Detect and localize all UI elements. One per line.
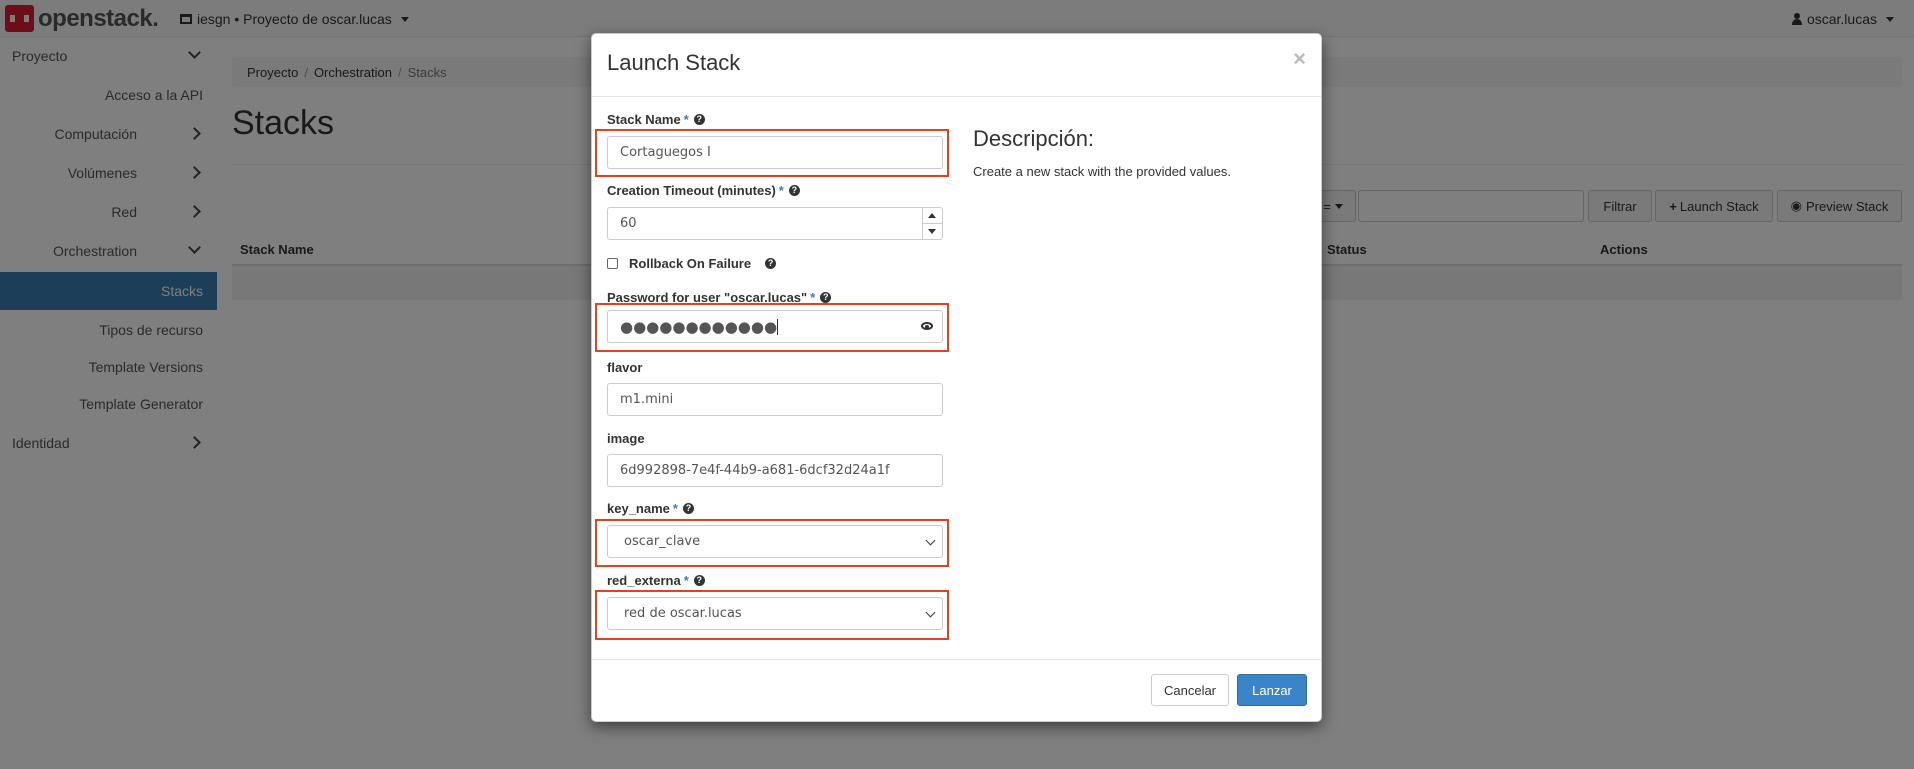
- modal-header: Launch Stack ×: [592, 34, 1321, 97]
- help-icon[interactable]: ?: [765, 258, 777, 269]
- launch-stack-modal: Launch Stack × Stack Name * ? Cortaguego…: [591, 33, 1322, 722]
- help-icon[interactable]: ?: [693, 114, 705, 125]
- modal-title: Launch Stack: [607, 50, 741, 75]
- key-name-select[interactable]: oscar_clave: [607, 525, 943, 558]
- timeout-value: 60: [620, 216, 637, 231]
- password-input[interactable]: ●●●●●●●●●●●●: [607, 310, 943, 343]
- image-label: image: [607, 431, 645, 446]
- close-icon[interactable]: ×: [1293, 46, 1306, 72]
- required-mark: *: [778, 183, 784, 198]
- timeout-label: Creation Timeout (minutes) * ?: [607, 183, 800, 198]
- required-mark: *: [672, 501, 678, 516]
- stack-name-label: Stack Name * ?: [607, 112, 705, 127]
- timeout-input[interactable]: 60: [607, 207, 943, 240]
- help-icon[interactable]: ?: [693, 575, 705, 586]
- field-label-text: Creation Timeout (minutes): [607, 183, 776, 198]
- rollback-label: Rollback On Failure ?: [629, 256, 777, 271]
- field-label-text: flavor: [607, 360, 643, 375]
- field-label-text: image: [607, 431, 645, 446]
- password-value: ●●●●●●●●●●●●: [620, 317, 778, 336]
- field-label-text: Stack Name: [607, 112, 681, 127]
- cancel-button[interactable]: Cancelar: [1151, 674, 1229, 706]
- launch-button[interactable]: Lanzar: [1237, 674, 1307, 706]
- key-name-value: oscar_clave: [624, 534, 701, 549]
- help-icon[interactable]: ?: [788, 185, 800, 196]
- spinner-up-icon[interactable]: [928, 213, 936, 218]
- flavor-input[interactable]: m1.mini: [607, 383, 943, 416]
- description-title: Descripción:: [973, 126, 1095, 151]
- red-externa-label: red_externa * ?: [607, 573, 705, 588]
- field-label-text: red_externa: [607, 573, 681, 588]
- flavor-label: flavor: [607, 360, 642, 375]
- help-icon[interactable]: ?: [682, 503, 694, 514]
- chevron-down-icon: [925, 535, 936, 546]
- eye-icon[interactable]: [921, 322, 933, 330]
- image-input[interactable]: 6d992898-7e4f-44b9-a681-6dcf32d24a1f: [607, 454, 943, 487]
- stack-name-input[interactable]: Cortaguegos I: [607, 136, 943, 169]
- chevron-down-icon: [925, 607, 936, 618]
- text-cursor: [777, 318, 779, 335]
- field-label-text: Rollback On Failure: [629, 256, 752, 271]
- spinner-down-icon[interactable]: [928, 229, 936, 234]
- field-label-text: key_name: [607, 501, 670, 516]
- help-icon[interactable]: ?: [820, 292, 832, 303]
- required-mark: *: [683, 112, 689, 127]
- rollback-checkbox[interactable]: [607, 258, 618, 269]
- red-externa-select[interactable]: red de oscar.lucas: [607, 597, 943, 630]
- number-spinner[interactable]: [922, 208, 942, 239]
- required-mark: *: [683, 573, 689, 588]
- description-text: Create a new stack with the provided val…: [973, 164, 1231, 179]
- red-externa-value: red de oscar.lucas: [624, 606, 742, 621]
- key-name-label: key_name * ?: [607, 501, 694, 516]
- spinner-divider: [923, 223, 942, 224]
